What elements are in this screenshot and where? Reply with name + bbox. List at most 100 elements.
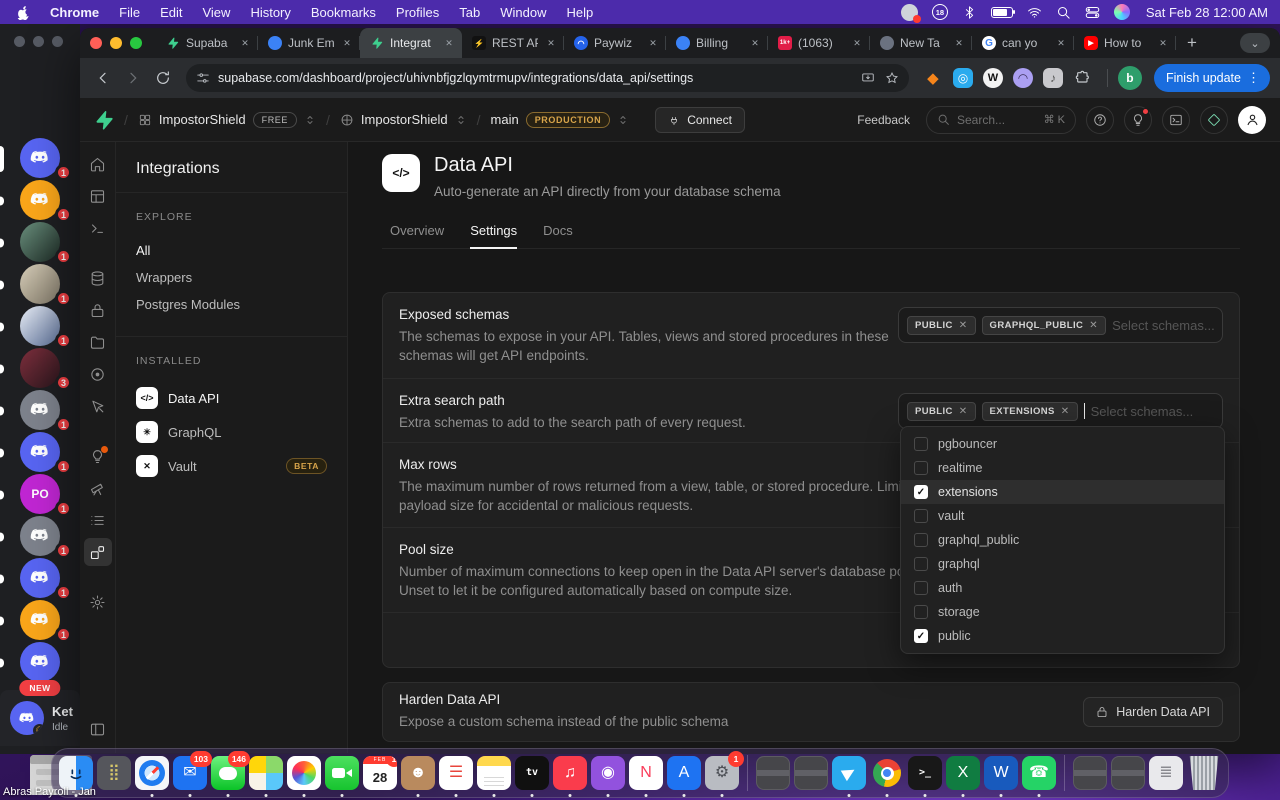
dock-appletv-icon[interactable]: tv xyxy=(515,756,549,790)
feedback-button[interactable]: Feedback xyxy=(851,113,916,127)
sql-editor-nav-icon[interactable] xyxy=(84,214,112,242)
forward-button[interactable] xyxy=(120,65,146,91)
dock-whatsapp-icon[interactable]: ☎ xyxy=(1022,756,1056,790)
server-avatar[interactable] xyxy=(20,264,60,304)
dock-finder-icon[interactable] xyxy=(59,756,93,790)
tab-close-icon[interactable]: ✕ xyxy=(1054,38,1068,49)
screen-mirroring-icon[interactable] xyxy=(901,4,918,21)
chip-remove-icon[interactable]: ✕ xyxy=(1061,406,1070,417)
discord-server-12[interactable]: 1 xyxy=(0,600,80,642)
tab-5[interactable]: ◠Paywiz✕ xyxy=(564,28,666,58)
database-nav-icon[interactable] xyxy=(84,264,112,292)
breadcrumb-project[interactable]: ImpostorShield xyxy=(340,112,467,127)
schema-option-auth[interactable]: auth xyxy=(901,576,1224,600)
siri-icon[interactable] xyxy=(1114,4,1130,20)
tab-close-icon[interactable]: ✕ xyxy=(1156,38,1170,49)
minimize-window-button[interactable] xyxy=(110,37,122,49)
assistant-terminal-button[interactable] xyxy=(1162,106,1190,134)
finish-update-button[interactable]: Finish update⋮ xyxy=(1154,64,1270,92)
breadcrumb-branch[interactable]: main PRODUCTION xyxy=(491,112,630,128)
discord-server-2[interactable]: 1 xyxy=(0,180,80,222)
sidebar-item-wrappers[interactable]: Wrappers xyxy=(136,264,327,291)
menu-bookmarks[interactable]: Bookmarks xyxy=(301,5,386,20)
tab-3[interactable]: Integrat✕ xyxy=(360,28,462,58)
chip-remove-icon[interactable]: ✕ xyxy=(959,320,968,331)
tab-6[interactable]: Billing✕ xyxy=(666,28,768,58)
new-tab-button[interactable]: + xyxy=(1180,31,1204,55)
schema-option-extensions[interactable]: ✓extensions xyxy=(901,480,1224,504)
chip-remove-icon[interactable]: ✕ xyxy=(959,406,968,417)
settings-nav-icon[interactable] xyxy=(84,588,112,616)
back-button[interactable] xyxy=(90,65,116,91)
tab-settings[interactable]: Settings xyxy=(470,223,517,248)
collapse-sidebar-icon[interactable] xyxy=(84,715,112,743)
wifi-icon[interactable] xyxy=(1027,4,1042,20)
phantom-extension-icon[interactable]: ◠ xyxy=(1013,68,1033,88)
tab-close-icon[interactable]: ✕ xyxy=(544,38,558,49)
battery-icon[interactable] xyxy=(991,4,1013,20)
discord-server-7[interactable]: 1 xyxy=(0,390,80,432)
unchecked-checkbox[interactable] xyxy=(914,461,928,475)
dock-appstore-icon[interactable]: A xyxy=(667,756,701,790)
site-settings-icon[interactable] xyxy=(196,71,210,85)
dock-notes-icon[interactable] xyxy=(477,756,511,790)
address-bar[interactable]: supabase.com/dashboard/project/uhivnbfjg… xyxy=(186,64,909,92)
dock-music-icon[interactable]: ♫ xyxy=(553,756,587,790)
discord-server-4[interactable]: 1 xyxy=(0,264,80,306)
unchecked-checkbox[interactable] xyxy=(914,581,928,595)
chrome-profile-avatar[interactable]: b xyxy=(1118,66,1142,90)
menu-view[interactable]: View xyxy=(192,5,240,20)
sidebar-item-graphql[interactable]: ✳GraphQL xyxy=(136,415,327,449)
spotlight-icon[interactable] xyxy=(1056,4,1071,20)
apple-menu-icon[interactable] xyxy=(12,5,34,20)
dock-contacts-icon[interactable]: ☻ xyxy=(401,756,435,790)
discord-server-6[interactable]: 3 xyxy=(0,348,80,390)
discord-server-10[interactable]: 1 xyxy=(0,516,80,558)
menu-bar-clock[interactable]: Sat Feb 28 12:00 AM xyxy=(1146,5,1268,20)
sidebar-item-postgres-modules[interactable]: Postgres Modules xyxy=(136,291,327,318)
menu-file[interactable]: File xyxy=(109,5,150,20)
tab-2[interactable]: Junk Em✕ xyxy=(258,28,360,58)
bluetooth-icon[interactable] xyxy=(962,4,977,20)
tab-close-icon[interactable]: ✕ xyxy=(442,38,456,49)
org-switcher-icon[interactable] xyxy=(304,114,316,126)
fullscreen-window-button[interactable] xyxy=(130,37,142,49)
supabase-logo[interactable] xyxy=(94,110,114,130)
dock-photos-icon[interactable] xyxy=(287,756,321,790)
search-input[interactable]: Search... ⌘ K xyxy=(926,106,1076,134)
server-avatar[interactable] xyxy=(20,138,60,178)
discord-server-9[interactable]: PO1 xyxy=(0,474,80,516)
checked-checkbox[interactable]: ✓ xyxy=(914,485,928,499)
dock-downloads-icon[interactable]: ≣ xyxy=(1149,756,1183,790)
dock-window-preview-2-icon[interactable] xyxy=(794,756,828,790)
server-avatar[interactable] xyxy=(20,516,60,556)
dock-messages-icon[interactable]: 146 xyxy=(211,756,245,790)
reload-button[interactable] xyxy=(150,65,176,91)
blue-extension-icon[interactable]: ◎ xyxy=(953,68,973,88)
dock-launchpad-icon[interactable]: ⣿ xyxy=(97,756,131,790)
dock-facetime-icon[interactable] xyxy=(325,756,359,790)
tab-8[interactable]: New Ta✕ xyxy=(870,28,972,58)
close-window-button[interactable] xyxy=(90,37,102,49)
tab-1[interactable]: Supaba✕ xyxy=(156,28,258,58)
integrations-nav-icon[interactable] xyxy=(84,538,112,566)
discord-server-3[interactable]: 1 xyxy=(0,222,80,264)
reports-nav-icon[interactable] xyxy=(84,474,112,502)
tab-close-icon[interactable]: ✕ xyxy=(340,38,354,49)
sidebar-item-data-api[interactable]: </>Data API xyxy=(136,381,327,415)
tab-4[interactable]: ⚡REST AP✕ xyxy=(462,28,564,58)
menu-tab[interactable]: Tab xyxy=(449,5,490,20)
tab-close-icon[interactable]: ✕ xyxy=(238,38,252,49)
schema-option-pgbouncer[interactable]: pgbouncer xyxy=(901,432,1224,456)
schema-option-public[interactable]: ✓public xyxy=(901,624,1224,648)
unchecked-checkbox[interactable] xyxy=(914,509,928,523)
tab-docs[interactable]: Docs xyxy=(543,223,573,248)
w-extension-icon[interactable]: W xyxy=(983,68,1003,88)
dock-terminal-icon[interactable]: >_ xyxy=(908,756,942,790)
tab-close-icon[interactable]: ✕ xyxy=(748,38,762,49)
ai-assistant-button[interactable] xyxy=(1200,106,1228,134)
menu-edit[interactable]: Edit xyxy=(150,5,192,20)
menu-profiles[interactable]: Profiles xyxy=(386,5,449,20)
tab-close-icon[interactable]: ✕ xyxy=(646,38,660,49)
menu-help[interactable]: Help xyxy=(557,5,604,20)
